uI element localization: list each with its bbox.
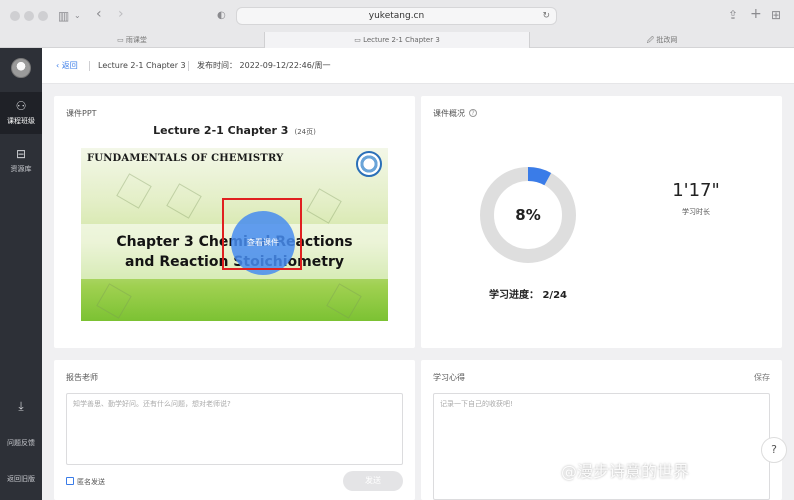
ppt-title: Lecture 2-1 Chapter 3 bbox=[153, 124, 289, 137]
avatar[interactable] bbox=[11, 58, 31, 78]
study-duration: 1'17" bbox=[672, 180, 720, 201]
university-logo-icon bbox=[356, 151, 382, 177]
ppt-heading: Lecture 2-1 Chapter 3 (24页) bbox=[54, 124, 415, 137]
address-bar[interactable]: yuketang.cn ↻ bbox=[236, 7, 557, 25]
library-icon: ⊟ bbox=[15, 147, 27, 161]
maximize-window-dot[interactable] bbox=[38, 11, 48, 21]
molecule-decoration bbox=[116, 173, 152, 209]
sidebar-item-feedback[interactable]: 问题反馈 bbox=[0, 438, 42, 452]
notes-textarea[interactable]: 记录一下自己的收获吧! bbox=[433, 393, 770, 500]
anonymous-checkbox[interactable]: 匿名发送 bbox=[66, 477, 105, 487]
molecule-decoration bbox=[326, 283, 362, 319]
save-button[interactable]: 保存 bbox=[754, 372, 770, 383]
tab-overview-icon[interactable]: ⊞ bbox=[771, 8, 781, 22]
study-progress: 学习进度： 2/24 bbox=[488, 290, 567, 301]
sidebar-toggle-icon[interactable]: ▥ bbox=[58, 9, 69, 23]
tab-pigai[interactable]: 🖉 批改网 bbox=[529, 32, 794, 48]
share-icon[interactable]: ⇪ bbox=[728, 8, 738, 22]
minimize-window-dot[interactable] bbox=[24, 11, 34, 21]
report-card: 报告老师 知学善思、勤学好问。还有什么问题，想对老师说? 匿名发送 发送 bbox=[54, 360, 415, 500]
sidebar-item-library[interactable]: ⊟ 资源库 bbox=[0, 142, 42, 178]
floating-help-button[interactable]: ? bbox=[761, 437, 787, 463]
sidebar-item-label: 问题反馈 bbox=[7, 439, 35, 447]
publish-time: 发布时间： 2022-09-12/22:46/周一 bbox=[197, 61, 331, 70]
privacy-shield-icon[interactable]: ◐ bbox=[217, 9, 226, 23]
notes-section-title: 学习心得 bbox=[433, 373, 465, 382]
reload-icon[interactable]: ↻ bbox=[542, 8, 550, 24]
sidebar: ⚇ 课程班级 ⊟ 资源库 ⤓ 问题反馈 返回旧版 bbox=[0, 48, 42, 500]
back-button[interactable]: ‹ 返回 bbox=[56, 48, 78, 84]
sidebar-item-label: 返回旧版 bbox=[7, 475, 35, 483]
browser-chrome: ▥ ⌄ ‹ › ◐ yuketang.cn ↻ ⇪ + ⊞ ▭ 雨课堂 ▭ Le… bbox=[0, 0, 794, 48]
molecule-decoration bbox=[166, 183, 202, 219]
chevron-down-icon[interactable]: ⌄ bbox=[74, 9, 81, 23]
new-tab-icon[interactable]: + bbox=[750, 7, 762, 21]
ppt-section-title: 课件PPT bbox=[66, 109, 97, 118]
lecture-title: Lecture 2-1 Chapter 3 bbox=[98, 61, 186, 70]
report-textarea[interactable]: 知学善思、勤学好问。还有什么问题，想对老师说? bbox=[66, 393, 403, 465]
ppt-page-count: (24页) bbox=[294, 128, 316, 136]
back-arrow-icon[interactable]: ‹ bbox=[96, 7, 102, 21]
forward-arrow-icon[interactable]: › bbox=[118, 7, 124, 21]
checkbox-icon[interactable] bbox=[66, 477, 74, 485]
tab-lecture[interactable]: ▭ Lecture 2-1 Chapter 3 bbox=[264, 32, 529, 48]
tab-yuketang[interactable]: ▭ 雨课堂 bbox=[0, 32, 264, 48]
back-label: 返回 bbox=[61, 61, 78, 70]
sidebar-item-old-version[interactable]: 返回旧版 bbox=[0, 474, 42, 488]
class-icon: ⚇ bbox=[15, 99, 27, 113]
study-duration-label: 学习时长 bbox=[682, 208, 710, 216]
sidebar-item-label: 资源库 bbox=[10, 165, 32, 173]
tab-label: 批改网 bbox=[656, 36, 678, 44]
report-section-title: 报告老师 bbox=[66, 373, 98, 382]
page-header: ‹ 返回 Lecture 2-1 Chapter 3 发布时间： 2022-09… bbox=[42, 48, 794, 84]
stats-card: 课件概况? 8% 1'17" 学习时长 学习进度： 2/24 bbox=[421, 96, 782, 348]
tab-page-icon: ▭ bbox=[354, 36, 361, 44]
sidebar-item-label: 课程班级 bbox=[7, 117, 35, 125]
download-icon: ⤓ bbox=[18, 399, 24, 413]
send-button[interactable]: 发送 bbox=[343, 471, 403, 491]
help-icon[interactable]: ? bbox=[469, 109, 477, 117]
anonymous-label: 匿名发送 bbox=[77, 478, 105, 486]
molecule-decoration bbox=[96, 283, 132, 319]
url-text: yuketang.cn bbox=[368, 11, 425, 21]
highlight-box bbox=[222, 198, 302, 270]
tab-label: Lecture 2-1 Chapter 3 bbox=[363, 36, 440, 44]
stats-title-text: 课件概况 bbox=[433, 109, 465, 118]
progress-percent: 8% bbox=[515, 206, 541, 224]
close-window-dot[interactable] bbox=[10, 11, 20, 21]
slide-thumbnail[interactable]: FUNDAMENTALS OF CHEMISTRY Chapter 3 Chem… bbox=[81, 148, 388, 321]
stats-section-title: 课件概况? bbox=[433, 108, 477, 119]
ppt-card: 课件PPT Lecture 2-1 Chapter 3 (24页) FUNDAME… bbox=[54, 96, 415, 348]
tab-pen-icon: 🖉 bbox=[646, 36, 655, 44]
sidebar-item-classes[interactable]: ⚇ 课程班级 bbox=[0, 92, 42, 134]
tab-page-icon: ▭ bbox=[117, 36, 124, 44]
sidebar-item-download[interactable]: ⤓ bbox=[0, 400, 42, 418]
divider bbox=[188, 61, 189, 71]
watermark: @漫步诗意的世界 bbox=[561, 462, 690, 481]
tab-label: 雨课堂 bbox=[125, 36, 147, 44]
tab-bar: ▭ 雨课堂 ▭ Lecture 2-1 Chapter 3 🖉 批改网 bbox=[0, 32, 794, 48]
slide-header-text: FUNDAMENTALS OF CHEMISTRY bbox=[87, 153, 284, 164]
molecule-decoration bbox=[306, 188, 342, 224]
divider bbox=[89, 61, 90, 71]
